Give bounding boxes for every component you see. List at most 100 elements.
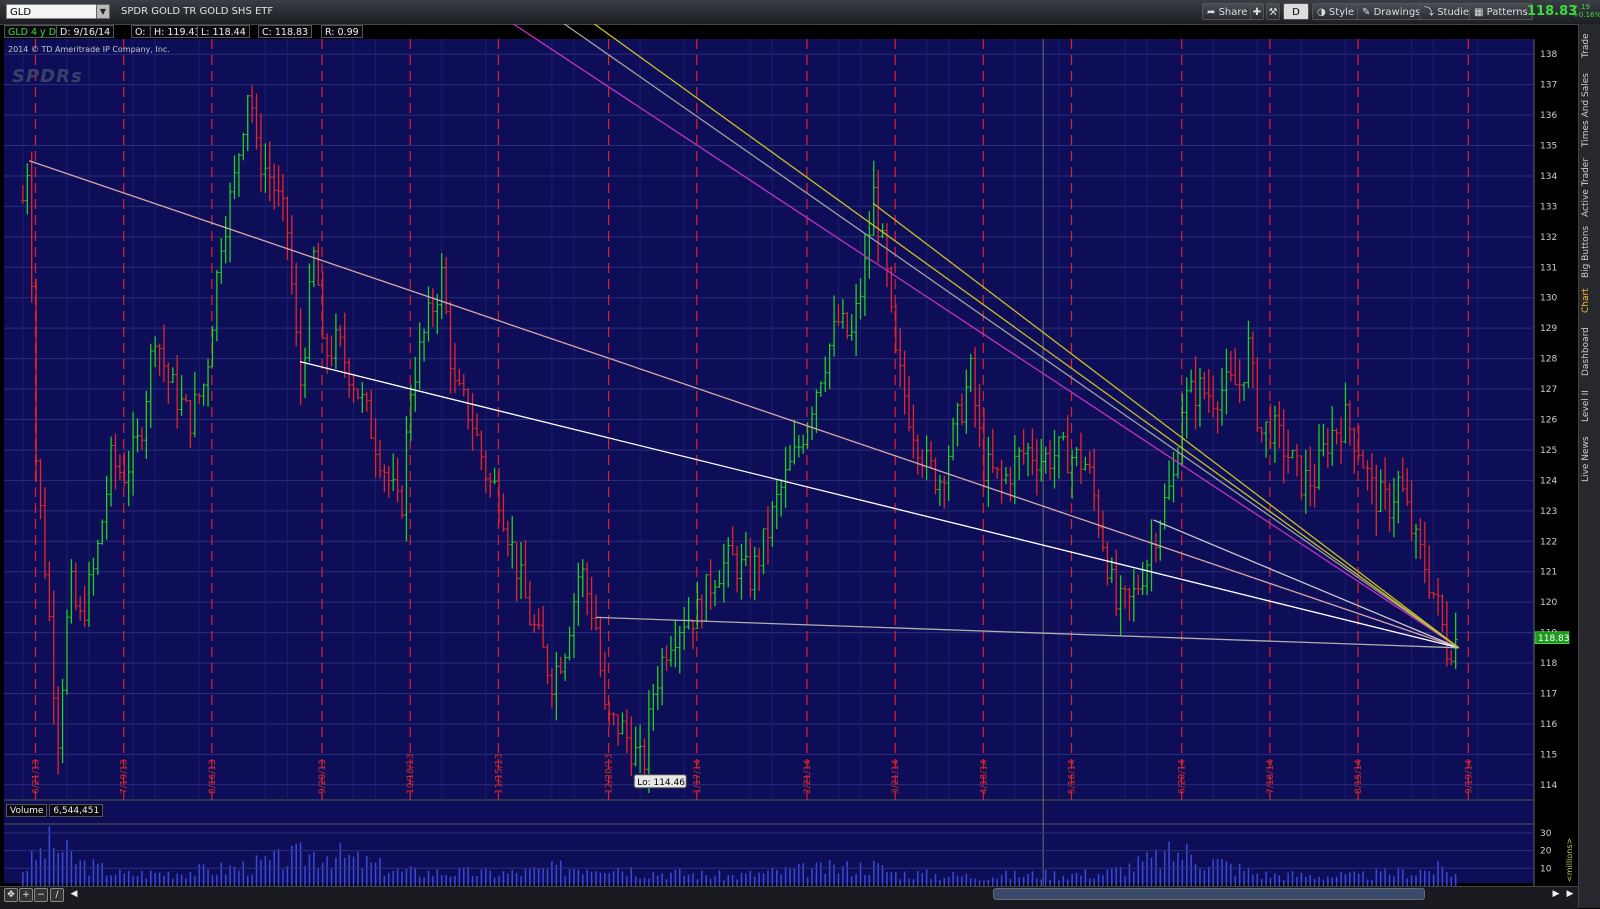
y-tick-label: 121 [1540, 568, 1557, 578]
y-tick-label: 114 [1540, 781, 1557, 791]
share-label: Share [1218, 7, 1248, 18]
patterns-button[interactable]: ▦ Patterns [1469, 3, 1533, 20]
volume-title: Volume [6, 804, 48, 817]
y-tick-label: 115 [1540, 750, 1557, 760]
change-abs: +.19 [1573, 3, 1590, 11]
volume-unit-label: <millions> [1565, 838, 1574, 882]
y-tick-label: 134 [1540, 172, 1557, 182]
period-button[interactable]: D [1283, 3, 1309, 20]
last-price: 118.83 [1527, 4, 1578, 19]
y-tick-label: 129 [1540, 324, 1557, 334]
share-button[interactable]: ➦ Share [1202, 3, 1253, 20]
y-tick-label: 133 [1540, 202, 1557, 212]
current-price-label: 118.83 [1538, 634, 1570, 644]
y-tick-label: 122 [1540, 537, 1557, 547]
expiration-label: 2/21/14 [803, 759, 813, 794]
y-tick-label: 118 [1540, 659, 1557, 669]
y-tick-label: 131 [1540, 263, 1557, 273]
expiration-label: 10/18/13 [406, 754, 416, 794]
style-icon: ◑ [1317, 7, 1326, 18]
change-pct: +0.16% [1573, 11, 1600, 19]
y-tick-label: 126 [1540, 416, 1557, 426]
volume-tick-label: 10 [1540, 864, 1552, 874]
price-change: +.19 +0.16% [1573, 3, 1600, 19]
y-tick-label: 123 [1540, 507, 1557, 517]
pencil-icon: ✎ [1362, 7, 1371, 18]
period-label[interactable]: GLD 4 y D [4, 25, 61, 38]
expiration-label: 6/20/14 [1178, 759, 1188, 794]
volume-label: Volume 6,544,451 [6, 804, 104, 817]
y-tick-label: 135 [1540, 142, 1557, 152]
tab-dashboard[interactable]: Dashboard [1581, 324, 1599, 380]
expiration-label: 11/15/13 [494, 754, 504, 794]
y-tick-label: 136 [1540, 111, 1557, 121]
scroll-left-icon[interactable]: ◀ [68, 888, 80, 900]
chart-scrollbar[interactable] [993, 888, 1425, 900]
drawings-button[interactable]: ✎ Drawings [1357, 3, 1426, 20]
right-side-tabs: Trade Times And Sales Active Trader Big … [1578, 24, 1600, 908]
y-tick-label: 128 [1540, 355, 1557, 365]
top-toolbar: GLD ▼ SPDR GOLD TR GOLD SHS ETF ➦ Share … [0, 0, 1600, 25]
style-label: Style [1328, 7, 1355, 18]
zoom-out-icon[interactable]: − [34, 888, 48, 902]
expiration-label: 8/15/14 [1354, 759, 1364, 794]
expiration-label: 12/20/13 [605, 754, 615, 794]
tab-big-buttons[interactable]: Big Buttons [1581, 224, 1599, 280]
volume-value: 6,544,451 [49, 804, 104, 817]
info-range: R: 0.99 [321, 25, 363, 38]
studies-icon: ⤵ [1424, 7, 1434, 18]
pan-icon[interactable]: ✥ [4, 888, 18, 902]
expiration-label: 7/18/14 [1266, 759, 1276, 794]
info-date: D: 9/16/14 [56, 25, 115, 38]
crosshair-icon[interactable]: ✚ [1250, 3, 1264, 20]
patterns-icon: ▦ [1474, 7, 1484, 18]
style-button[interactable]: ◑ Style [1312, 3, 1360, 20]
watermark-logo: SPDRs [12, 66, 83, 87]
expiration-label: 3/21/14 [891, 759, 901, 794]
info-low: L: 118.44 [197, 25, 250, 38]
tab-level-ii[interactable]: Level II [1581, 386, 1599, 426]
zoom-in-icon[interactable]: + [19, 888, 33, 902]
scroll-right-icon[interactable]: ▶ [1550, 888, 1562, 900]
y-tick-label: 117 [1540, 689, 1557, 699]
expiration-label: 1/17/14 [693, 759, 703, 794]
expiration-label: 5/16/14 [1067, 759, 1077, 794]
y-tick-label: 137 [1540, 81, 1557, 91]
tab-trade[interactable]: Trade [1581, 28, 1599, 64]
copyright-text: 2014 © TD Ameritrade IP Company, Inc. [8, 45, 170, 54]
symbol-description: SPDR GOLD TR GOLD SHS ETF [121, 6, 274, 17]
y-tick-label: 127 [1540, 385, 1557, 395]
expiration-label: 7/19/13 [120, 759, 130, 794]
y-tick-label: 130 [1540, 294, 1557, 304]
expiration-label: 8/16/13 [208, 759, 218, 794]
price-panel-background [4, 39, 1534, 816]
chevron-down-icon[interactable]: ▼ [96, 4, 110, 19]
tab-chart[interactable]: Chart [1581, 286, 1599, 316]
drawing-tool-icon[interactable]: ∕ [50, 888, 64, 902]
info-close: C: 118.83 [258, 25, 313, 38]
tab-live-news[interactable]: Live News [1581, 434, 1599, 484]
y-tick-label: 125 [1540, 446, 1557, 456]
price-chart[interactable]: 6/21/13 7/19/13 8/16/13 9/20/13 10/18/13 11/1… [0, 24, 1578, 886]
expiration-label: 9/19/14 [1464, 759, 1474, 794]
expiration-label: 4/18/14 [979, 759, 989, 794]
volume-tick-label: 20 [1540, 847, 1552, 857]
symbol-input[interactable]: GLD [6, 4, 104, 19]
wrench-icon[interactable]: ⚒ [1266, 3, 1280, 20]
y-tick-label: 120 [1540, 598, 1557, 608]
drawings-label: Drawings [1373, 7, 1421, 18]
tab-active-trader[interactable]: Active Trader [1581, 156, 1599, 218]
tab-times-and-sales[interactable]: Times And Sales [1581, 72, 1599, 148]
expiration-label: 6/21/13 [31, 759, 41, 794]
y-tick-label: 116 [1540, 720, 1557, 730]
volume-panel-background [4, 801, 1534, 883]
y-tick-label: 124 [1540, 476, 1557, 486]
y-tick-label: 132 [1540, 233, 1557, 243]
volume-tick-label: 30 [1540, 829, 1552, 839]
patterns-label: Patterns [1486, 7, 1528, 18]
scroll-end-icon[interactable]: ▶ [1564, 888, 1576, 900]
low-annotation-label: Lo: 114.46 [637, 778, 685, 788]
expiration-label: 9/20/13 [318, 759, 328, 794]
y-tick-label: 138 [1540, 50, 1557, 60]
share-icon: ➦ [1207, 7, 1216, 18]
